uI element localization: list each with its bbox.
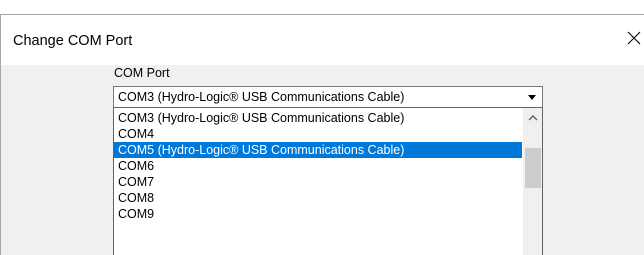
scrollbar[interactable] <box>523 108 542 255</box>
screen: Change COM Port COM Port COM3 (Hydro-Log… <box>0 0 644 255</box>
scroll-up-icon[interactable] <box>523 108 542 128</box>
title-bar: Change COM Port <box>1 15 644 65</box>
scroll-thumb[interactable] <box>525 148 541 188</box>
dialog-title: Change COM Port <box>13 33 133 49</box>
com-port-option[interactable]: COM9 <box>114 206 522 222</box>
com-port-label: COM Port <box>114 66 170 80</box>
com-port-dropdown[interactable]: COM3 (Hydro-Logic® USB Communications Ca… <box>113 86 543 108</box>
com-port-option[interactable]: COM8 <box>114 190 522 206</box>
com-port-options-list[interactable]: COM3 (Hydro-Logic® USB Communications Ca… <box>113 107 543 255</box>
options-container: COM3 (Hydro-Logic® USB Communications Ca… <box>114 110 522 222</box>
com-port-selected-value: COM3 (Hydro-Logic® USB Communications Ca… <box>118 90 405 104</box>
com-port-option[interactable]: COM4 <box>114 126 522 142</box>
com-port-option[interactable]: COM7 <box>114 174 522 190</box>
close-icon[interactable] <box>624 28 644 48</box>
chevron-down-icon[interactable] <box>522 87 542 107</box>
com-port-option[interactable]: COM5 (Hydro-Logic® USB Communications Ca… <box>114 142 522 158</box>
com-port-option[interactable]: COM3 (Hydro-Logic® USB Communications Ca… <box>114 110 522 126</box>
com-port-option[interactable]: COM6 <box>114 158 522 174</box>
